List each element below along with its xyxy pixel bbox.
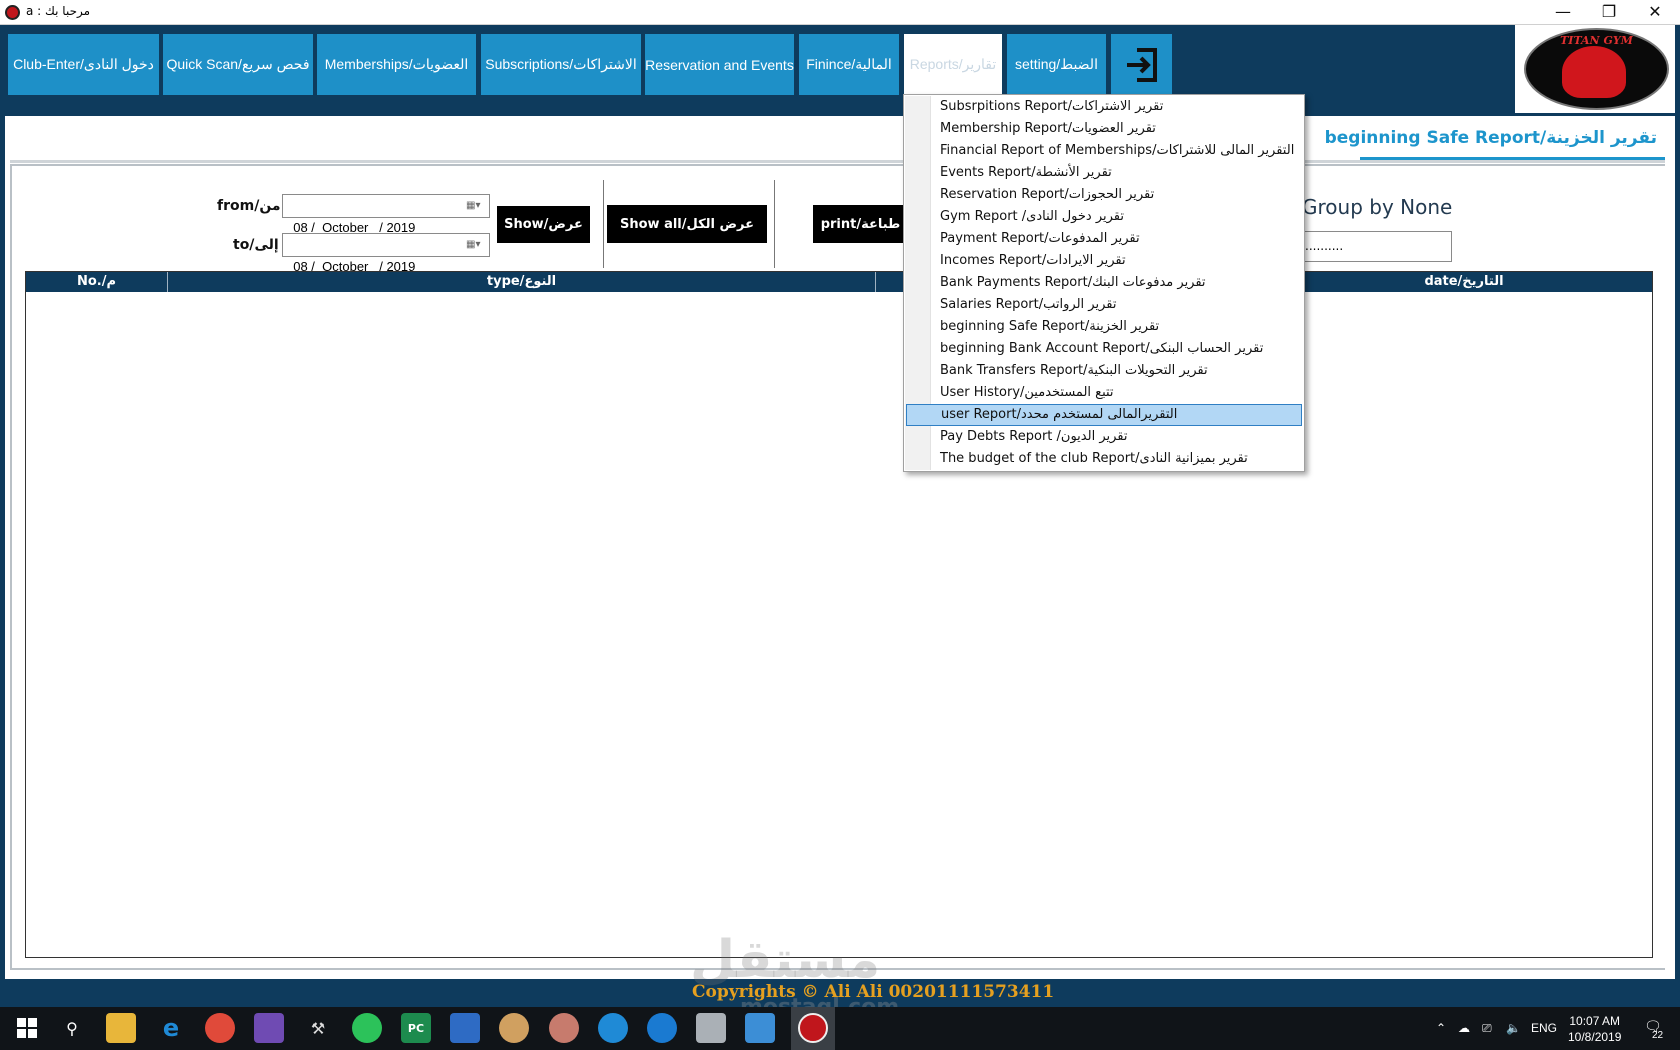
titan-gym-logo: TITAN GYM	[1524, 28, 1669, 110]
menu-item-incomes-report[interactable]: Incomes Report/تقرير الايرادات	[906, 250, 1302, 272]
menu-item-user-history[interactable]: User History/تتبع المستخدمين	[906, 382, 1302, 404]
table-header: No./م type/النوع date/التاريخ	[26, 272, 1652, 292]
logo-text: TITAN GYM	[1560, 34, 1633, 47]
brain-app-icon[interactable]	[549, 1013, 579, 1043]
page-title: beginning Safe Report/تقرير الخزينة	[1324, 128, 1657, 148]
reports-dropdown-menu: Subsrpitions Report/تقرير الاشتراكات Mem…	[903, 94, 1305, 472]
exit-icon	[1126, 47, 1157, 82]
nav-reservation-events[interactable]: Reservation and Events	[645, 34, 794, 95]
visual-studio-icon[interactable]	[254, 1013, 284, 1043]
exit-button[interactable]	[1111, 34, 1172, 95]
edge-browser-icon[interactable]: e	[156, 1013, 186, 1043]
volume-icon[interactable]: 🔈	[1506, 1021, 1521, 1035]
onedrive-icon[interactable]: ☁	[1458, 1021, 1470, 1035]
menu-item-bank-payments-report[interactable]: Bank Payments Report/تقرير مدفوعات البنك	[906, 272, 1302, 294]
filter-separator	[603, 180, 604, 268]
menu-item-financial-memberships-report[interactable]: Financial Report of Memberships/التقرير …	[906, 140, 1302, 162]
titan-gym-app-icon[interactable]	[798, 1013, 828, 1043]
menu-item-pay-debts-report[interactable]: Pay Debts Report /تقرير الديون	[906, 426, 1302, 448]
menu-item-events-report[interactable]: Events Report/تقرير الأنشطة	[906, 162, 1302, 184]
column-header-no[interactable]: No./م	[26, 272, 168, 292]
remote-desktop-icon[interactable]	[745, 1013, 775, 1043]
watermark-logo: مستقل	[690, 930, 881, 990]
window-title-bar: مرحبا بك : a — ❐ ✕	[0, 0, 1680, 25]
to-label: to/إلى	[233, 237, 279, 253]
tools-icon[interactable]: ⚒	[303, 1013, 333, 1043]
from-date-picker[interactable]: 08 / October / 2019 ▦▾	[282, 194, 490, 235]
close-button[interactable]: ✕	[1632, 0, 1678, 25]
menu-item-safe-report[interactable]: beginning Safe Report/تقرير الخزينة	[906, 316, 1302, 338]
nav-settings[interactable]: setting/الضبط	[1007, 34, 1106, 95]
pycharm-icon[interactable]: PC	[401, 1013, 431, 1043]
column-header-date[interactable]: date/التاريخ	[1276, 272, 1652, 292]
database-icon[interactable]	[696, 1013, 726, 1043]
notification-count: 22	[1652, 1030, 1664, 1041]
report-table: No./م type/النوع date/التاريخ	[25, 271, 1653, 958]
header-divider	[10, 160, 1665, 163]
to-date-picker[interactable]: 08 / October / 2019 ▦▾	[282, 233, 490, 274]
nav-reports[interactable]: Reports/تقارير	[904, 34, 1002, 95]
whatsapp-icon[interactable]	[352, 1013, 382, 1043]
menu-item-membership-report[interactable]: Membership Report/تقرير العضويات	[906, 118, 1302, 140]
network-icon[interactable]: ⎚	[1482, 1021, 1492, 1036]
browser-app-icon[interactable]	[598, 1013, 628, 1043]
print-button[interactable]: print/طباعة	[813, 205, 908, 243]
clock-date: 10/8/2019	[1568, 1030, 1622, 1044]
windows-start-icon[interactable]	[12, 1013, 42, 1043]
nav-finance[interactable]: Finince/المالية	[799, 34, 899, 95]
nav-memberships[interactable]: Memberships/العضويات	[317, 34, 476, 95]
menu-item-salaries-report[interactable]: Salaries Report/تقرير الرواتب	[906, 294, 1302, 316]
teamviewer-icon[interactable]	[647, 1013, 677, 1043]
taskbar-clock[interactable]: 10:07 AM 10/8/2019	[1568, 1013, 1621, 1045]
menu-item-club-budget-report[interactable]: The budget of the club Report/تقرير بميز…	[906, 448, 1302, 470]
app-logo-icon	[5, 5, 20, 20]
calendar-dropdown-icon[interactable]: ▦▾	[466, 200, 484, 212]
paint-icon[interactable]	[499, 1013, 529, 1043]
clock-time: 10:07 AM	[1569, 1014, 1621, 1028]
windows-taskbar	[0, 1007, 1680, 1050]
menu-item-reservation-report[interactable]: Reservation Report/تقرير الحجوزات	[906, 184, 1302, 206]
window-title: مرحبا بك : a	[26, 4, 91, 18]
group-by-label: Group by None	[1302, 195, 1453, 219]
nav-club-enter[interactable]: Club-Enter/دخول النادى	[8, 34, 159, 95]
window-app-icon[interactable]	[450, 1013, 480, 1043]
menu-item-bank-transfers-report[interactable]: Bank Transfers Report/تقرير التحويلات ال…	[906, 360, 1302, 382]
column-header-type[interactable]: type/النوع	[168, 272, 876, 292]
menu-item-gym-report[interactable]: Gym Report /تقرير دخول النادى	[906, 206, 1302, 228]
menu-item-user-report[interactable]: user Report/التقريرالمالى لمستخدم محدد	[906, 404, 1302, 426]
from-label: from/من	[217, 198, 281, 214]
menu-item-subscriptions-report[interactable]: Subsrpitions Report/تقرير الاشتراكات	[906, 96, 1302, 118]
tray-chevron-icon[interactable]: ⌃	[1436, 1021, 1446, 1035]
show-button[interactable]: Show/عرض	[497, 206, 590, 243]
filter-separator	[774, 180, 775, 268]
menu-item-payment-report[interactable]: Payment Report/تقرير المدفوعات	[906, 228, 1302, 250]
nav-quick-scan[interactable]: Quick Scan/فحص سريع	[163, 34, 313, 95]
show-all-button[interactable]: Show all/عرض الكل	[607, 205, 767, 243]
nav-subscriptions[interactable]: Subscriptions/الاشتراكات	[481, 34, 641, 95]
maximize-button[interactable]: ❐	[1586, 0, 1632, 25]
logo-container: TITAN GYM	[1515, 25, 1675, 113]
search-icon[interactable]: ⚲	[57, 1013, 87, 1043]
calendar-dropdown-icon[interactable]: ▦▾	[466, 239, 484, 251]
minimize-button[interactable]: —	[1540, 0, 1586, 25]
spartan-helmet-icon	[1562, 46, 1626, 98]
file-explorer-icon[interactable]	[106, 1013, 136, 1043]
menu-item-bank-account-report[interactable]: beginning Bank Account Report/تقرير الحس…	[906, 338, 1302, 360]
group-by-input[interactable]: ..........	[1300, 231, 1452, 262]
language-indicator[interactable]: ENG	[1531, 1021, 1557, 1035]
chrome-browser-icon[interactable]	[205, 1013, 235, 1043]
